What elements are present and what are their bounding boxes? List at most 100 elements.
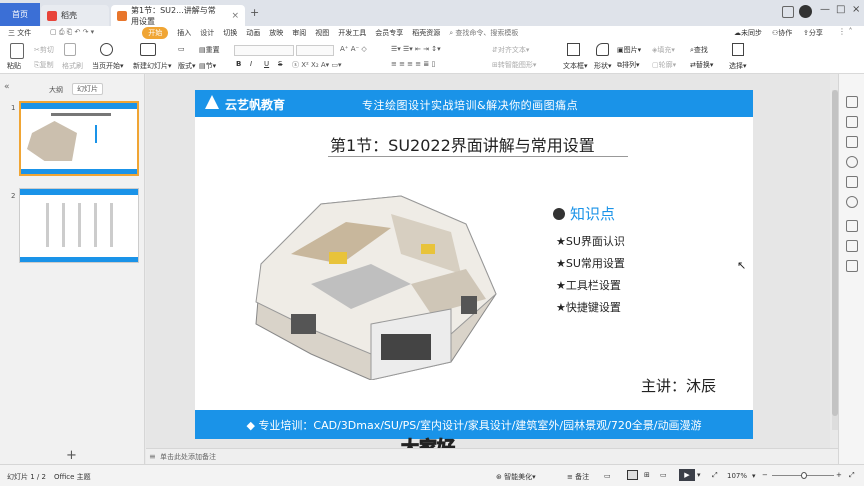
text-effects-icons[interactable]: ⓢ X² X₂ A▾ ▭▾ [292, 60, 342, 70]
maximize-icon[interactable]: □ [836, 4, 845, 15]
tab-home[interactable]: 首页 [0, 3, 40, 26]
smart-beautify-button[interactable]: ⊛ 智能美化▾ [496, 472, 536, 482]
close-tab-icon[interactable]: × [231, 11, 239, 21]
smartart-button[interactable]: ⊞ 转智能图形 ▾ [492, 60, 536, 70]
paste-icon[interactable] [10, 43, 24, 59]
notes-bar[interactable]: ≡ 单击此处添加备注 [146, 448, 838, 464]
minimize-icon[interactable]: — [820, 4, 830, 15]
menu-start[interactable]: 开始 [142, 27, 169, 39]
comments-icon[interactable]: ▭ [604, 472, 611, 480]
slide-thumbnail-2[interactable] [19, 188, 139, 263]
reset-button[interactable]: ▤ 重置 [199, 45, 220, 55]
menu-member[interactable]: 会员专享 [375, 28, 403, 38]
font-size-select[interactable] [296, 45, 334, 56]
menu-insert[interactable]: 插入 [177, 28, 191, 38]
italic-button[interactable]: I [250, 60, 252, 68]
normal-view-icon[interactable] [627, 470, 638, 480]
new-slide-button[interactable]: 新建幻灯片 ▾ [133, 61, 172, 71]
layout-button[interactable]: 版式 ▾ [178, 61, 196, 71]
history-icon[interactable] [846, 220, 858, 232]
new-slide-icon[interactable] [140, 43, 156, 56]
location-icon[interactable] [846, 196, 858, 208]
zoom-slider-thumb[interactable] [801, 472, 807, 479]
menu-docer-resources[interactable]: 稻壳资源 [412, 28, 440, 38]
paste-button[interactable]: 粘贴 [7, 61, 21, 71]
new-tab-button[interactable]: + [250, 6, 259, 19]
share-panel-icon[interactable] [846, 240, 858, 252]
menu-review[interactable]: 审阅 [292, 28, 306, 38]
list-icons[interactable]: ☰▾ ☰▾ ⇤ ⇥ ↕▾ [391, 45, 441, 53]
add-slide-button[interactable]: + [66, 448, 77, 463]
sync-status[interactable]: ☁未同步 [734, 28, 762, 38]
select-button[interactable]: 选择 ▾ [729, 61, 747, 71]
menu-slideshow[interactable]: 放映 [269, 28, 283, 38]
share-button[interactable]: ⇪分享 [803, 28, 823, 38]
format-painter-button[interactable]: 格式刷 [62, 61, 83, 71]
textbox-icon[interactable] [567, 43, 580, 56]
quick-access-icons[interactable]: ▢ ⎙ ⎗ ↶ ↷ ▾ [50, 28, 94, 37]
zoom-level[interactable]: 107% [727, 472, 747, 480]
shape-button[interactable]: 形状 ▾ [594, 61, 612, 71]
notes-toggle-button[interactable]: ≡ 备注 [567, 472, 589, 482]
tab-docer[interactable]: 稻壳 [41, 5, 109, 26]
layers-icon[interactable] [846, 176, 858, 188]
shape-icon[interactable] [596, 43, 609, 56]
strike-button[interactable]: S [278, 60, 282, 68]
collab-button[interactable]: ⚇协作 [772, 28, 792, 38]
more-icon[interactable]: ⋮ ˄ [838, 27, 853, 36]
bold-button[interactable]: B [236, 60, 241, 68]
play-icon[interactable] [100, 43, 113, 56]
outline-button[interactable]: ▢ 轮廓 ▾ [652, 60, 676, 70]
select-icon[interactable] [732, 43, 744, 56]
text-direction-button[interactable]: ⇵ 对齐文本 ▾ [492, 45, 529, 55]
notes-placeholder[interactable]: 单击此处添加备注 [160, 452, 216, 462]
tab-outline[interactable]: 大纲 [49, 85, 63, 95]
reading-view-icon[interactable]: ▭ [660, 471, 667, 479]
slide-1[interactable]: 云艺帆教育 专注绘图设计实战培训&解决你的画图痛点 第1节：SU2022界面讲解… [195, 90, 753, 439]
menu-design[interactable]: 设计 [200, 28, 214, 38]
arrange-button[interactable]: ⧉ 排列 ▾ [617, 60, 640, 70]
underline-button[interactable]: U [264, 60, 269, 68]
help-icon[interactable] [846, 156, 858, 168]
zoom-dropdown-icon[interactable]: ▾ [752, 472, 756, 480]
textbox-button[interactable]: 文本框 ▾ [563, 61, 588, 71]
notes-menu-icon[interactable]: ≡ [149, 452, 156, 461]
zoom-in-icon[interactable]: + [836, 471, 842, 479]
slideshow-options-icon[interactable]: ▾ [697, 471, 701, 479]
window-layout-icon[interactable] [782, 6, 794, 18]
fullscreen-icon[interactable]: ⤢ [849, 471, 855, 480]
format-painter-icon[interactable] [64, 43, 76, 56]
zoom-out-icon[interactable]: − [762, 471, 768, 479]
fit-icon[interactable]: ⤢ [712, 471, 718, 480]
export-icon[interactable] [846, 260, 858, 272]
section-button[interactable]: ▤ 节 ▾ [199, 61, 216, 71]
slide-sorter-icon[interactable]: ⊞ [644, 471, 650, 479]
animation-icon[interactable] [846, 136, 858, 148]
menu-view[interactable]: 视图 [315, 28, 329, 38]
layout-icon[interactable]: ▭ [178, 45, 185, 53]
menu-developer[interactable]: 开发工具 [338, 28, 366, 38]
tab-document[interactable]: 第1节：SU2...讲解与常用设置 × [111, 5, 245, 26]
find-button[interactable]: ⌕ 查找 [690, 45, 708, 55]
font-size-controls[interactable]: A⁺ A⁻ ◇ [340, 45, 367, 53]
settings-sliders-icon[interactable] [846, 96, 858, 108]
slide-thumbnail-1[interactable] [19, 101, 139, 176]
avatar[interactable] [799, 5, 812, 18]
tab-slides[interactable]: 幻灯片 [72, 83, 103, 95]
search-commands[interactable]: ⌕ 查找命令、搜索模板 [449, 28, 518, 38]
picture-button[interactable]: ▣ 图片 ▾ [617, 45, 641, 55]
cut-button[interactable]: ✂ 剪切 [34, 45, 54, 55]
menu-animation[interactable]: 动画 [246, 28, 260, 38]
font-family-select[interactable] [234, 45, 294, 56]
properties-icon[interactable] [846, 116, 858, 128]
fill-button[interactable]: ◈ 填充 ▾ [652, 45, 675, 55]
copy-button[interactable]: ⎘ 复制 [34, 60, 54, 70]
start-from-current-button[interactable]: 当页开始 ▾ [92, 61, 124, 71]
menu-file[interactable]: 三 文件 [8, 28, 31, 38]
menu-transition[interactable]: 切换 [223, 28, 237, 38]
slideshow-play-icon[interactable]: ▶ [679, 469, 695, 481]
collapse-panel-icon[interactable]: « [4, 82, 10, 92]
align-icons[interactable]: ≡ ≡ ≡ ≡ ≣ ▯ [391, 60, 435, 68]
close-window-icon[interactable]: × [852, 4, 860, 15]
replace-button[interactable]: ⇄ 替换 ▾ [690, 60, 713, 70]
